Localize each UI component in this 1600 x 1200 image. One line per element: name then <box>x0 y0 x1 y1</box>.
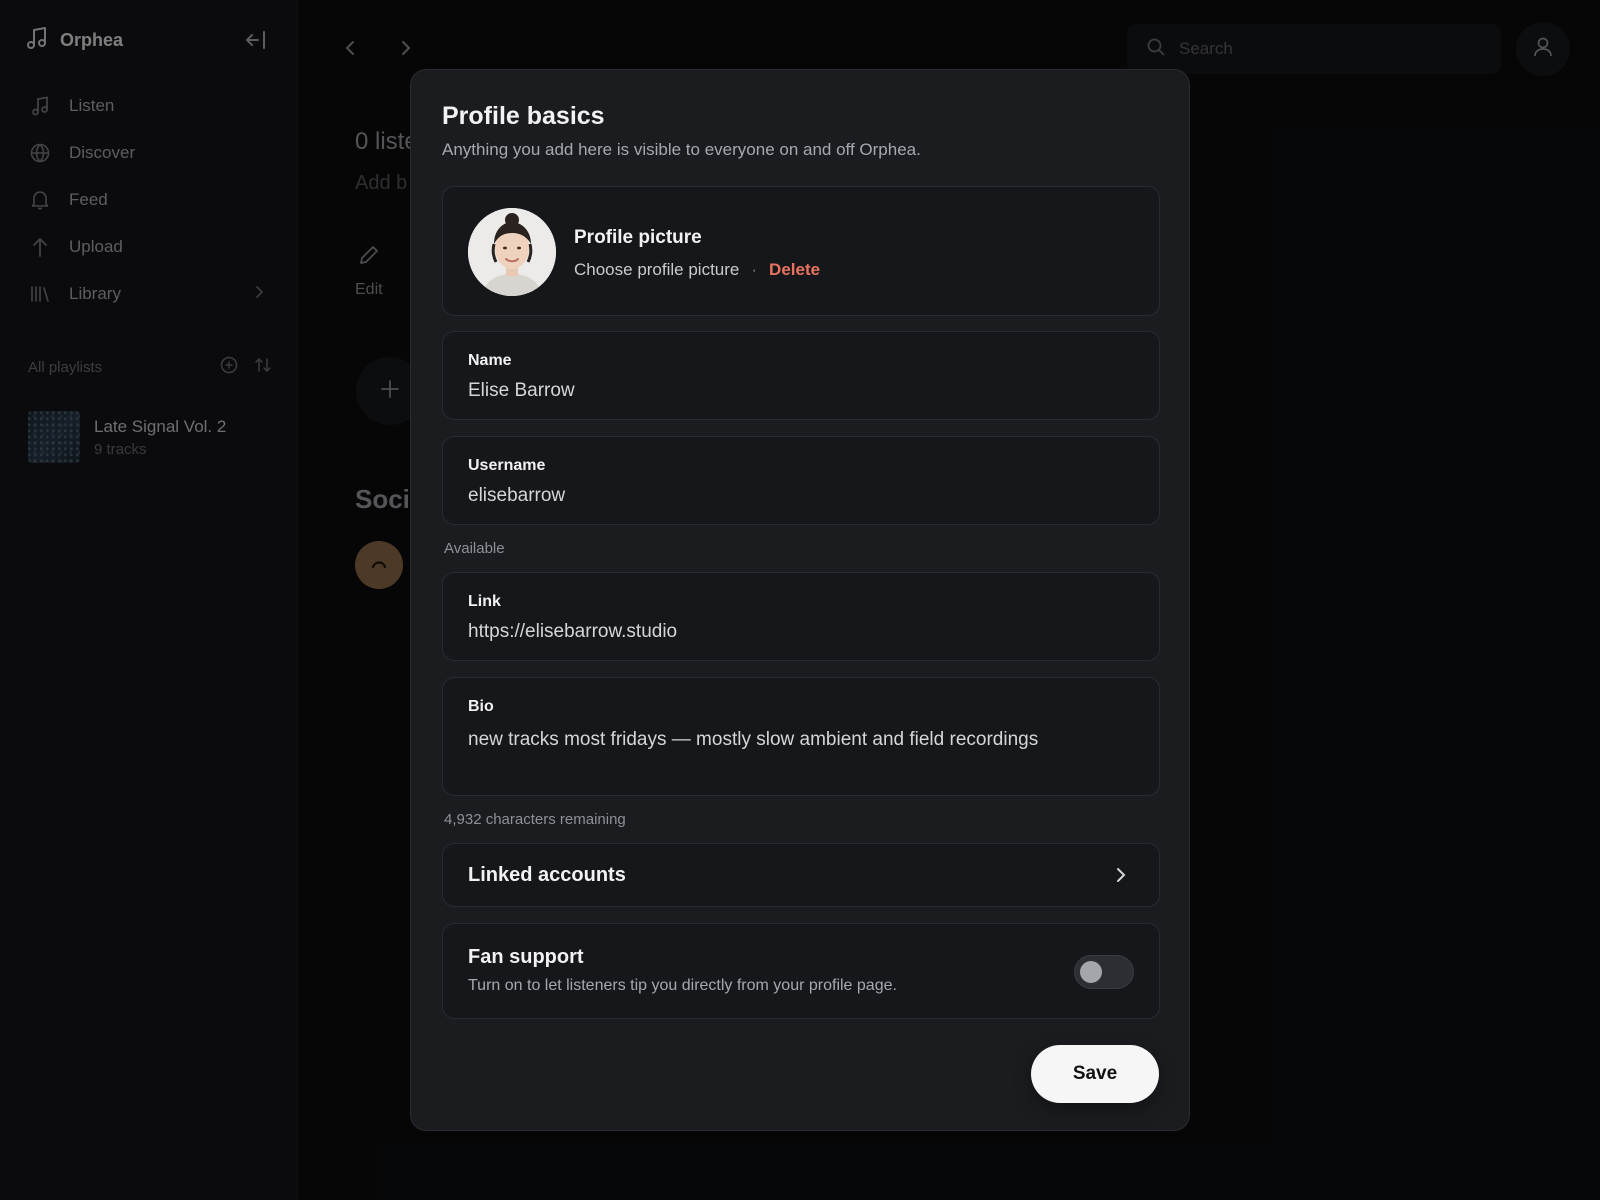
link-label: Link <box>468 593 501 610</box>
username-input[interactable] <box>468 485 1134 507</box>
profile-photo[interactable] <box>468 208 556 296</box>
bio-textarea[interactable]: new tracks most fridays — mostly slow am… <box>468 729 1038 751</box>
fan-support-description: Turn on to let listeners tip you directl… <box>468 977 897 994</box>
separator-dot: · <box>751 260 758 279</box>
bio-field-card[interactable]: Bio new tracks most fridays — mostly slo… <box>442 677 1160 796</box>
profile-modal: Profile basics Anything you add here is … <box>410 69 1190 1131</box>
profile-picture-actions: Choose profile picture · Delete <box>574 260 820 280</box>
fan-support-title: Fan support <box>468 946 584 968</box>
username-label: Username <box>468 457 546 474</box>
link-field-card[interactable]: Link <box>442 572 1160 661</box>
username-field-card[interactable]: Username <box>442 436 1160 525</box>
profile-picture-card: Profile picture Choose profile picture ·… <box>442 186 1160 316</box>
save-button[interactable]: Save <box>1031 1045 1159 1103</box>
toggle-knob <box>1080 961 1102 983</box>
fan-support-toggle[interactable] <box>1074 955 1134 989</box>
bio-label: Bio <box>468 698 494 715</box>
fan-support-card: Fan support Turn on to let listeners tip… <box>442 923 1160 1019</box>
username-availability: Available <box>444 540 505 557</box>
bio-characters-remaining: 4,932 characters remaining <box>444 811 626 828</box>
modal-subtitle: Anything you add here is visible to ever… <box>442 140 921 159</box>
linked-accounts-row[interactable]: Linked accounts <box>442 843 1160 907</box>
name-field-card[interactable]: Name <box>442 331 1160 420</box>
choose-picture-link[interactable]: Choose profile picture <box>574 260 739 280</box>
linked-accounts-label: Linked accounts <box>468 864 626 886</box>
chevron-right-icon <box>1115 866 1127 889</box>
name-label: Name <box>468 352 512 369</box>
modal-title: Profile basics <box>442 102 605 130</box>
delete-picture-button[interactable]: Delete <box>769 260 820 280</box>
name-input[interactable] <box>468 380 1134 402</box>
profile-picture-title: Profile picture <box>574 227 702 248</box>
link-input[interactable] <box>468 621 1134 643</box>
